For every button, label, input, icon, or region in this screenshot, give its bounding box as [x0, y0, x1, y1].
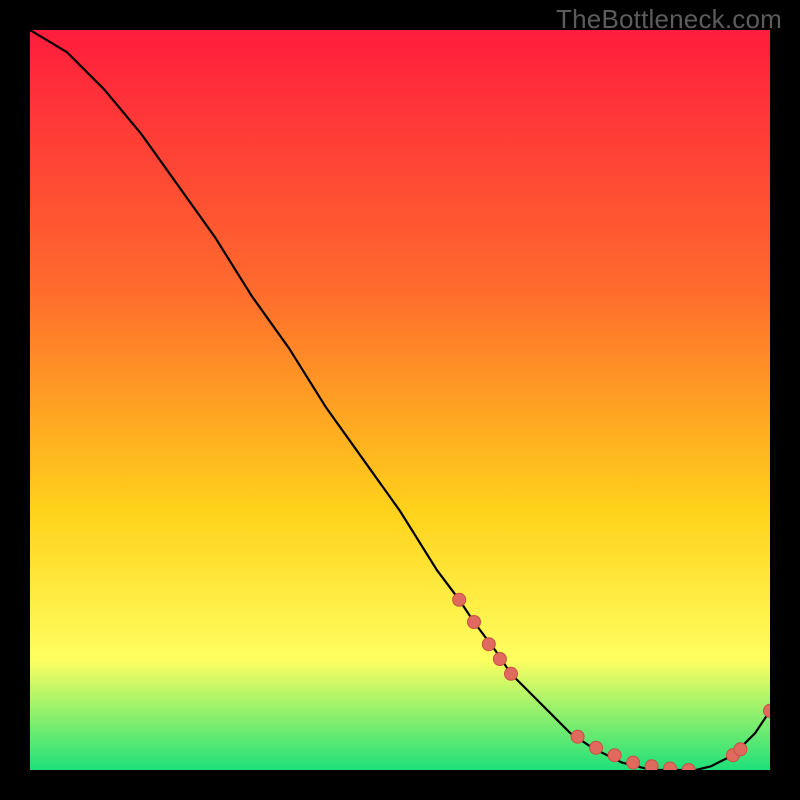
- marker-cluster-bottom-3: [608, 749, 621, 762]
- gradient-background: [30, 30, 770, 770]
- marker-cluster-bottom-6: [664, 762, 677, 770]
- marker-cluster-top-1: [453, 593, 466, 606]
- marker-cluster-top-4: [493, 653, 506, 666]
- plot-area: [30, 30, 770, 770]
- marker-cluster-right-2: [734, 743, 747, 756]
- marker-cluster-bottom-2: [590, 741, 603, 754]
- marker-cluster-top-2: [468, 616, 481, 629]
- chart-frame: TheBottleneck.com: [0, 0, 800, 800]
- marker-cluster-bottom-1: [571, 730, 584, 743]
- marker-cluster-bottom-5: [645, 760, 658, 770]
- marker-cluster-top-3: [482, 638, 495, 651]
- marker-cluster-bottom-4: [627, 756, 640, 769]
- chart-svg: [30, 30, 770, 770]
- marker-cluster-top-5: [505, 667, 518, 680]
